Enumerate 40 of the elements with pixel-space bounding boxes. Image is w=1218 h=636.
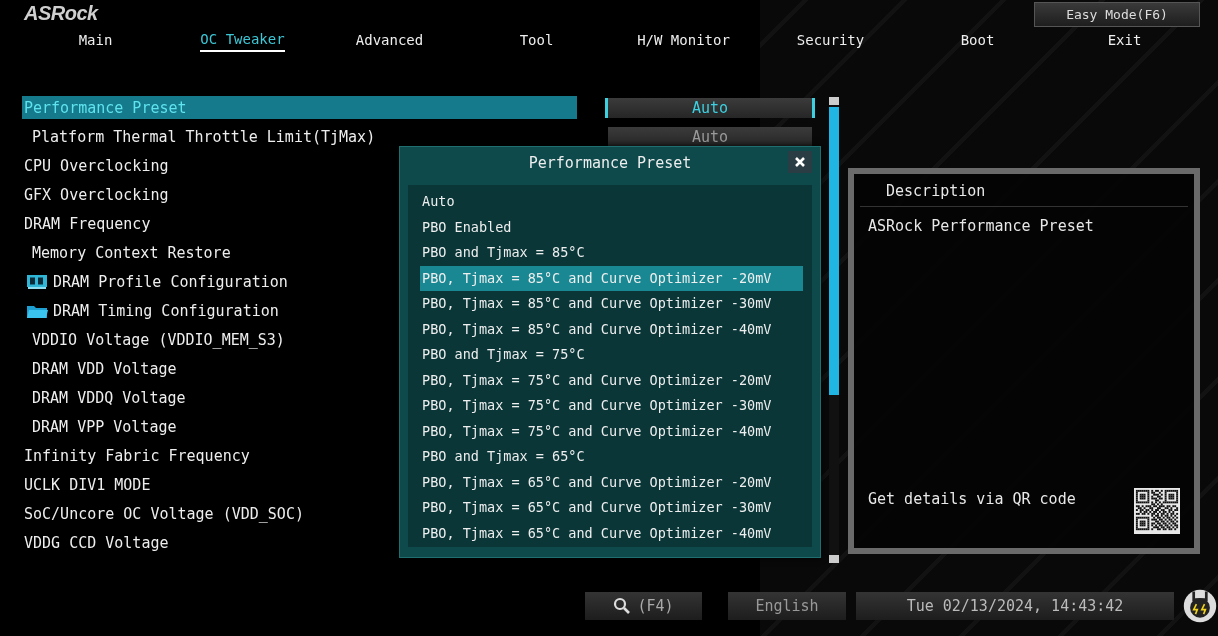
preset-option[interactable]: PBO, Tjmax = 75°C and Curve Optimizer -20mV bbox=[408, 367, 807, 393]
setting-item[interactable]: Platform Thermal Throttle Limit(TjMax) bbox=[22, 125, 577, 148]
close-icon bbox=[794, 156, 806, 168]
language-button[interactable]: English bbox=[728, 592, 846, 620]
search-button[interactable]: (F4) bbox=[585, 592, 702, 620]
preset-option[interactable]: PBO and Tjmax = 75°C bbox=[408, 342, 807, 368]
menu-tab[interactable]: Advanced bbox=[355, 28, 424, 52]
preset-option[interactable]: PBO, Tjmax = 85°C and Curve Optimizer -20mV bbox=[420, 265, 803, 291]
menu-tab[interactable]: Security bbox=[796, 28, 865, 52]
date-time: Tue 02/13/2024, 14:43:42 bbox=[856, 592, 1174, 620]
easy-mode-button[interactable]: Easy Mode(F6) bbox=[1034, 2, 1200, 27]
preset-option[interactable]: PBO, Tjmax = 75°C and Curve Optimizer -40mV bbox=[408, 418, 807, 444]
memory-module-icon bbox=[26, 273, 48, 290]
close-button[interactable] bbox=[788, 151, 812, 173]
preset-option[interactable]: PBO, Tjmax = 65°C and Curve Optimizer -20mV bbox=[408, 469, 807, 495]
description-text: ASRock Performance Preset bbox=[867, 216, 1095, 235]
menu-tab[interactable]: Tool bbox=[519, 28, 554, 52]
value-selector[interactable]: Auto bbox=[608, 126, 812, 147]
popup-title: Performance Preset bbox=[528, 154, 692, 172]
menu-tab[interactable]: H/W Monitor bbox=[637, 28, 730, 52]
scrollbar[interactable] bbox=[829, 97, 839, 563]
preset-option[interactable]: PBO, Tjmax = 75°C and Curve Optimizer -30mV bbox=[408, 393, 807, 419]
menu-tab[interactable]: Exit bbox=[1107, 28, 1142, 52]
preset-option[interactable]: PBO and Tjmax = 65°C bbox=[408, 444, 807, 470]
qr-hint: Get details via QR code bbox=[867, 489, 1076, 510]
menu-tab[interactable]: Main bbox=[78, 28, 113, 52]
qr-code-icon bbox=[1132, 488, 1182, 534]
preset-option[interactable]: PBO, Tjmax = 65°C and Curve Optimizer -40mV bbox=[408, 520, 807, 546]
preset-option[interactable]: PBO, Tjmax = 85°C and Curve Optimizer -30mV bbox=[408, 291, 807, 317]
brand-logo: ASRock bbox=[24, 2, 98, 25]
menu-tab[interactable]: Boot bbox=[960, 28, 995, 52]
value-selector[interactable]: Auto bbox=[605, 97, 815, 118]
description-title: Description bbox=[860, 174, 1188, 207]
preset-option[interactable]: PBO, Tjmax = 85°C and Curve Optimizer -40mV bbox=[408, 316, 807, 342]
preset-option[interactable]: PBO Enabled bbox=[408, 214, 807, 240]
menu-tab[interactable]: OC Tweaker bbox=[200, 28, 285, 52]
preset-option[interactable]: Auto bbox=[408, 189, 807, 215]
preset-option[interactable]: PBO and Tjmax = 85°C bbox=[408, 240, 807, 266]
search-icon bbox=[613, 597, 632, 615]
preset-option[interactable]: PBO, Tjmax = 65°C and Curve Optimizer -30mV bbox=[408, 495, 807, 521]
